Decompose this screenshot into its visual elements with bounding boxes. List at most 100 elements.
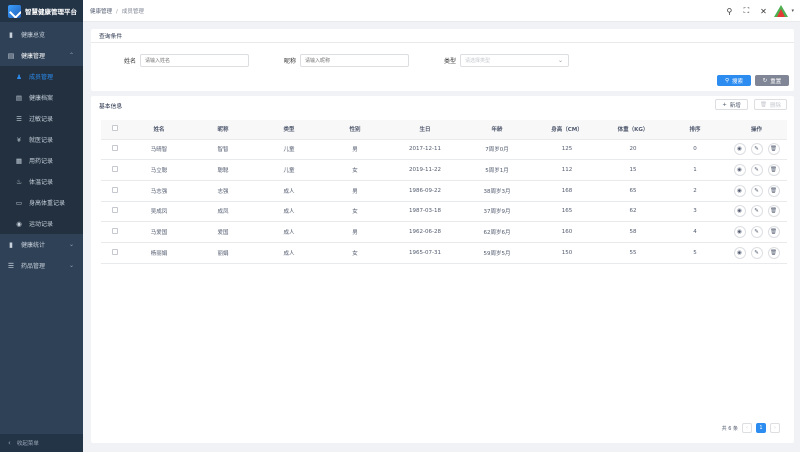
breadcrumb-first[interactable]: 健康管理: [90, 9, 112, 15]
sidebar-item-statistics[interactable]: ▮ 健康统计 ⌄: [0, 234, 83, 255]
table-body: 马晴智 智智 儿童 男 2017-12-11 7周岁0月 125 20 0 ◉ ✎…: [101, 139, 787, 264]
col-type[interactable]: 类型: [256, 120, 322, 140]
view-icon[interactable]: ◉: [733, 226, 746, 239]
caret-down-icon[interactable]: ▾: [791, 8, 794, 14]
view-icon[interactable]: ◉: [733, 164, 746, 177]
sidebar-item-health-records[interactable]: ▤ 健康档案: [0, 87, 83, 108]
sidebar-item-members[interactable]: ♟ 成员管理: [0, 66, 83, 87]
table-header-row: 姓名 昵称 类型 性别 生日 年龄 身高（CM） 体重（KG） 排序 操作: [101, 120, 787, 140]
view-icon[interactable]: ◉: [733, 246, 746, 259]
view-icon[interactable]: ◉: [733, 184, 746, 197]
type-filter: 类型 请选择类型 ⌄: [444, 54, 570, 67]
edit-icon[interactable]: ✎: [750, 226, 763, 239]
col-age[interactable]: 年龄: [462, 120, 532, 140]
avatar[interactable]: [774, 5, 789, 17]
col-weight[interactable]: 体重（KG）: [602, 120, 664, 140]
close-icon[interactable]: ✕: [758, 6, 768, 16]
search-icon[interactable]: ⚲: [724, 6, 734, 16]
row-checkbox[interactable]: [111, 166, 118, 173]
sidebar-item-exercise[interactable]: ◉ 运动记录: [0, 213, 83, 234]
cell-gender: 男: [322, 180, 388, 202]
cell-gender: 男: [322, 139, 388, 161]
sidebar-item-label: 身高体重记录: [29, 200, 66, 207]
header-tools: ⚲ ⛶ ✕ ▾: [717, 0, 794, 22]
delete-button[interactable]: 🗑 删除: [754, 99, 787, 110]
table-row: 吴成凤 成凤 成人 女 1987-03-18 37周岁9月 165 62 3 ◉…: [101, 201, 787, 223]
edit-icon[interactable]: ✎: [750, 184, 763, 197]
delete-icon[interactable]: 🗑: [767, 164, 780, 177]
cell-age: 38周岁3月: [462, 180, 532, 202]
fullscreen-icon[interactable]: ⛶: [741, 6, 751, 16]
stats-icon: ▮: [9, 240, 13, 249]
refresh-icon: ↻: [762, 77, 768, 84]
sidebar-item-drugs[interactable]: ☰ 药品管理 ⌄: [0, 255, 83, 276]
sidebar-item-label: 就医记录: [29, 137, 54, 144]
edit-icon[interactable]: ✎: [750, 205, 763, 218]
sidebar-item-allergy[interactable]: ☰ 过敏记录: [0, 108, 83, 129]
row-checkbox[interactable]: [111, 228, 118, 235]
cell-gender: 女: [322, 201, 388, 223]
search-button[interactable]: ⚲ 搜索: [717, 75, 751, 86]
cell-height: 165: [532, 201, 602, 223]
col-nick[interactable]: 昵称: [190, 120, 256, 140]
cell-nick: 志强: [190, 180, 256, 202]
type-select[interactable]: 请选择类型 ⌄: [460, 54, 570, 67]
table-row: 马爱国 爱国 成人 男 1962-06-28 62周岁6月 160 58 4 ◉…: [101, 221, 787, 243]
table-panel: 基本信息 + 新增 🗑 删除 姓名 昵称 类型 性别 生日 年龄 身高（CM） …: [91, 96, 794, 443]
nick-input[interactable]: [300, 54, 410, 67]
page-button[interactable]: 1: [756, 423, 766, 433]
pagination-total: 共 6 条: [721, 425, 738, 432]
col-gender[interactable]: 性别: [322, 120, 388, 140]
plus-icon: +: [722, 101, 727, 108]
cell-type: 儿童: [256, 139, 322, 161]
cell-gender: 女: [322, 159, 388, 181]
col-birthday[interactable]: 生日: [388, 120, 462, 140]
reset-button[interactable]: ↻ 重置: [755, 75, 789, 86]
type-placeholder: 请选择类型: [465, 58, 491, 64]
reset-button-label: 重置: [770, 78, 782, 85]
add-button-label: 新增: [729, 102, 741, 109]
col-name[interactable]: 姓名: [128, 120, 190, 140]
sidebar-item-medical-visits[interactable]: ¥ 就医记录: [0, 129, 83, 150]
eye-icon: ◉: [16, 219, 22, 228]
sidebar-item-label: 体温记录: [29, 179, 54, 186]
cell-type: 成人: [256, 242, 322, 264]
delete-icon[interactable]: 🗑: [767, 143, 780, 156]
sidebar-item-temperature[interactable]: ♨ 体温记录: [0, 171, 83, 192]
select-all-cell: [101, 120, 128, 140]
name-label: 姓名: [124, 58, 137, 65]
next-page-button[interactable]: ›: [770, 423, 780, 433]
delete-icon[interactable]: 🗑: [767, 246, 780, 259]
sidebar-item-overview[interactable]: ▮ 健康总览: [0, 24, 83, 45]
cell-height: 125: [532, 139, 602, 161]
cell-birthday: 1962-06-28: [388, 221, 462, 243]
select-all-checkbox[interactable]: [111, 125, 118, 132]
cell-type: 儿童: [256, 159, 322, 181]
row-checkbox[interactable]: [111, 248, 118, 255]
collapse-menu-button[interactable]: ‹ 收起菜单: [0, 434, 83, 452]
add-button[interactable]: + 新增: [715, 99, 748, 110]
members-table: 姓名 昵称 类型 性别 生日 年龄 身高（CM） 体重（KG） 排序 操作 马晴…: [101, 120, 787, 264]
name-input[interactable]: [140, 54, 250, 67]
edit-icon[interactable]: ✎: [750, 246, 763, 259]
edit-icon[interactable]: ✎: [750, 143, 763, 156]
sidebar-item-medication[interactable]: ▦ 用药记录: [0, 150, 83, 171]
sidebar-item-label: 运动记录: [29, 221, 54, 228]
col-height[interactable]: 身高（CM）: [532, 120, 602, 140]
delete-icon[interactable]: 🗑: [767, 205, 780, 218]
prev-page-button[interactable]: ‹: [742, 423, 752, 433]
row-checkbox[interactable]: [111, 145, 118, 152]
col-order[interactable]: 排序: [664, 120, 726, 140]
brand-name: 智慧健康管理平台: [25, 8, 77, 16]
sidebar-item-height-weight[interactable]: ▭ 身高体重记录: [0, 192, 83, 213]
cell-age: 62周岁6月: [462, 221, 532, 243]
sidebar-item-health-management[interactable]: ▤ 健康管理 ⌃: [0, 45, 83, 66]
view-icon[interactable]: ◉: [733, 205, 746, 218]
delete-icon[interactable]: 🗑: [767, 184, 780, 197]
view-icon[interactable]: ◉: [733, 143, 746, 156]
row-checkbox[interactable]: [111, 207, 118, 214]
row-actions: ◉ ✎ 🗑: [726, 164, 787, 177]
edit-icon[interactable]: ✎: [750, 164, 763, 177]
delete-icon[interactable]: 🗑: [767, 226, 780, 239]
row-checkbox[interactable]: [111, 186, 118, 193]
